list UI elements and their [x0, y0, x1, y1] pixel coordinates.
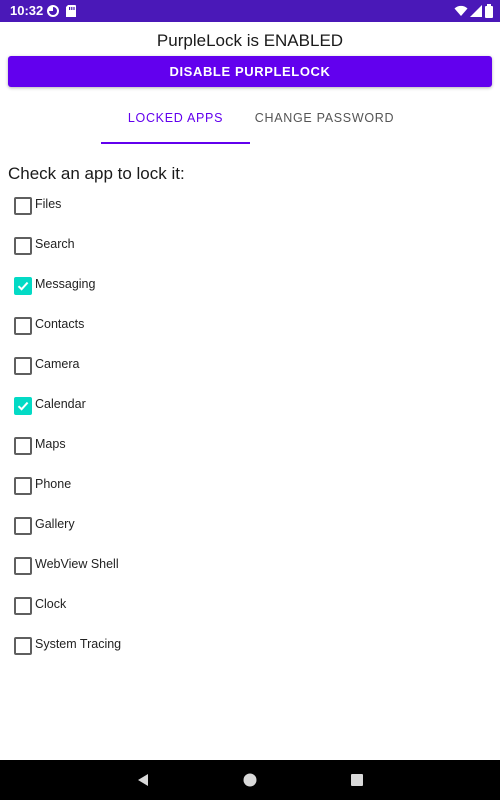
- recents-icon[interactable]: [349, 772, 365, 788]
- checkmark-icon: [17, 281, 29, 291]
- app-label: WebView Shell: [35, 557, 119, 571]
- checkbox[interactable]: [14, 477, 32, 495]
- app-list: Files Search Messaging Contacts Camera C…: [0, 184, 500, 664]
- checkbox[interactable]: [14, 197, 32, 215]
- battery-icon: [485, 4, 493, 18]
- list-item-files[interactable]: Files: [0, 184, 500, 224]
- app-label: Camera: [35, 357, 80, 371]
- checkmark-icon: [17, 401, 29, 411]
- app-label: Maps: [35, 437, 66, 451]
- wifi-icon: [454, 5, 468, 16]
- tab-indicator: [101, 142, 250, 144]
- status-bar: 10:32: [0, 0, 500, 22]
- app-label: Clock: [35, 597, 67, 611]
- tab-locked-apps[interactable]: LOCKED APPS: [101, 100, 250, 144]
- lock-prompt: Check an app to lock it:: [8, 164, 185, 183]
- app-label: Phone: [35, 477, 72, 491]
- checkbox[interactable]: [14, 357, 32, 375]
- app-label: Calendar: [35, 397, 86, 411]
- checkbox-checked[interactable]: [14, 277, 32, 295]
- app-label: Contacts: [35, 317, 85, 331]
- checkbox[interactable]: [14, 437, 32, 455]
- checkbox[interactable]: [14, 557, 32, 575]
- checkbox[interactable]: [14, 517, 32, 535]
- list-item-system-tracing[interactable]: System Tracing: [0, 624, 500, 664]
- list-item-clock[interactable]: Clock: [0, 584, 500, 624]
- list-item-search[interactable]: Search: [0, 224, 500, 264]
- home-icon[interactable]: [242, 772, 258, 788]
- back-icon[interactable]: [135, 772, 151, 788]
- list-item-camera[interactable]: Camera: [0, 344, 500, 384]
- app-label: Gallery: [35, 517, 75, 531]
- app-label: Messaging: [35, 277, 96, 291]
- checkbox-checked[interactable]: [14, 397, 32, 415]
- checkbox[interactable]: [14, 597, 32, 615]
- checkbox[interactable]: [14, 317, 32, 335]
- checkbox[interactable]: [14, 637, 32, 655]
- signal-icon: [470, 5, 482, 17]
- list-item-gallery[interactable]: Gallery: [0, 504, 500, 544]
- list-item-phone[interactable]: Phone: [0, 464, 500, 504]
- list-item-maps[interactable]: Maps: [0, 424, 500, 464]
- tab-change-password[interactable]: CHANGE PASSWORD: [250, 100, 399, 144]
- app-label: Search: [35, 237, 75, 251]
- list-item-contacts[interactable]: Contacts: [0, 304, 500, 344]
- sd-card-icon: [66, 5, 76, 17]
- circle-status-icon: [47, 5, 59, 17]
- app-title: PurpleLock is ENABLED: [156, 31, 344, 50]
- checkbox[interactable]: [14, 237, 32, 255]
- status-time: 10:32: [10, 3, 44, 18]
- list-item-messaging[interactable]: Messaging: [0, 264, 500, 304]
- navigation-bar: [0, 760, 500, 800]
- list-item-calendar[interactable]: Calendar: [0, 384, 500, 424]
- app-label: Files: [35, 197, 62, 211]
- app-label: System Tracing: [35, 637, 122, 651]
- disable-purplelock-button[interactable]: DISABLE PURPLELOCK: [8, 56, 492, 87]
- list-item-webview-shell[interactable]: WebView Shell: [0, 544, 500, 584]
